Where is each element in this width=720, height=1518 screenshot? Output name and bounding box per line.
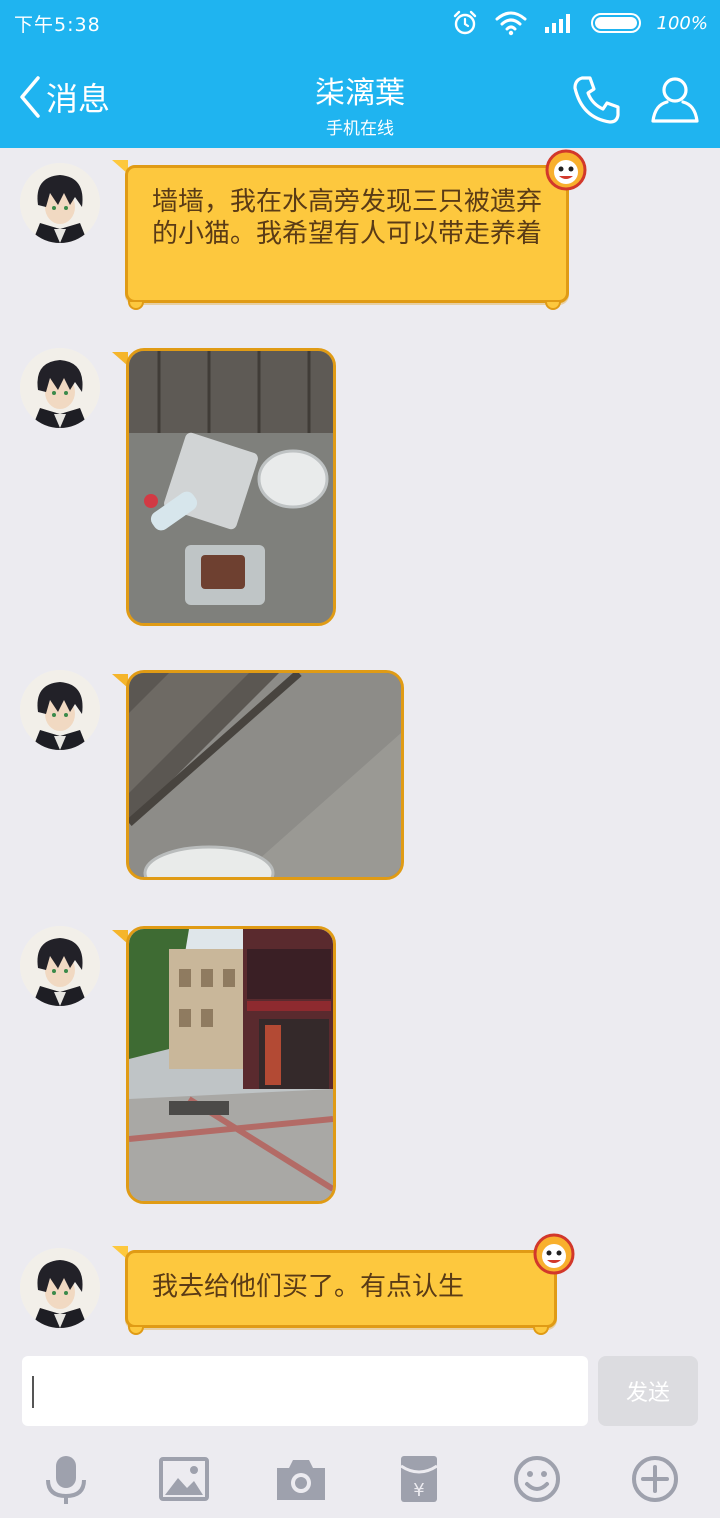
- avatar-image: [20, 670, 100, 750]
- back-button[interactable]: 消息: [18, 72, 110, 122]
- text-caret: [32, 1376, 34, 1408]
- battery-icon: [590, 13, 641, 33]
- camera-icon[interactable]: [273, 1454, 329, 1504]
- message-bubble-text[interactable]: 墙墙，我在水高旁发现三只被遗弃的小猫。我希望有人可以带走养着: [125, 165, 569, 303]
- avatar-image: [20, 926, 100, 1006]
- message-text: 我去给他们买了。有点认生: [152, 1272, 465, 1302]
- input-toolbar: ¥: [0, 1440, 720, 1518]
- paw-decoration: [545, 300, 561, 310]
- photo-concrete-corner: [129, 673, 401, 877]
- message-input[interactable]: [22, 1356, 588, 1426]
- lion-sticker-icon: [545, 149, 587, 191]
- wifi-icon: [495, 11, 527, 36]
- chat-title-block[interactable]: 柒漓葉 手机在线: [220, 68, 500, 139]
- message-bubble-text[interactable]: 我去给他们买了。有点认生: [125, 1250, 557, 1328]
- photo-street: [129, 929, 333, 1201]
- avatar-image: [20, 1248, 100, 1328]
- battery-percent: 100%: [656, 12, 708, 34]
- back-label: 消息: [46, 80, 111, 118]
- message-image[interactable]: [126, 926, 336, 1204]
- top-bar: 下午5:38 100% 消息 柒漓葉 手机在线: [0, 0, 720, 148]
- message-image[interactable]: [126, 348, 336, 626]
- svg-text:¥: ¥: [413, 1480, 424, 1501]
- red-packet-icon[interactable]: ¥: [391, 1454, 447, 1504]
- emoji-icon[interactable]: [509, 1454, 565, 1504]
- status-icons: 100%: [451, 8, 708, 38]
- phone-icon[interactable]: [568, 72, 624, 128]
- message-image[interactable]: [126, 670, 404, 880]
- message-text: 墙墙，我在水高旁发现三只被遗弃的小猫。我希望有人可以带走养着: [152, 187, 543, 249]
- chevron-left-icon: [20, 76, 40, 118]
- image-icon[interactable]: [156, 1454, 212, 1504]
- paw-decoration: [128, 1325, 144, 1335]
- chat-title: 柒漓葉: [315, 76, 405, 111]
- avatar-image: [20, 348, 100, 428]
- alarm-icon: [453, 10, 476, 35]
- avatar[interactable]: [20, 926, 100, 1006]
- lion-sticker-icon: [533, 1233, 575, 1275]
- status-time: 下午5:38: [14, 14, 101, 36]
- online-status: 手机在线: [326, 119, 394, 139]
- avatar-image: [20, 163, 100, 243]
- avatar[interactable]: [20, 1248, 100, 1328]
- plus-icon[interactable]: [627, 1454, 683, 1504]
- mic-icon[interactable]: [38, 1454, 94, 1504]
- profile-icon[interactable]: [648, 72, 702, 126]
- paw-decoration: [128, 300, 144, 310]
- send-button[interactable]: 发送: [598, 1356, 698, 1426]
- signal-icon: [544, 14, 570, 33]
- avatar[interactable]: [20, 348, 100, 428]
- avatar[interactable]: [20, 670, 100, 750]
- avatar[interactable]: [20, 163, 100, 243]
- paw-decoration: [533, 1325, 549, 1335]
- photo-ground-bowls: [129, 351, 333, 623]
